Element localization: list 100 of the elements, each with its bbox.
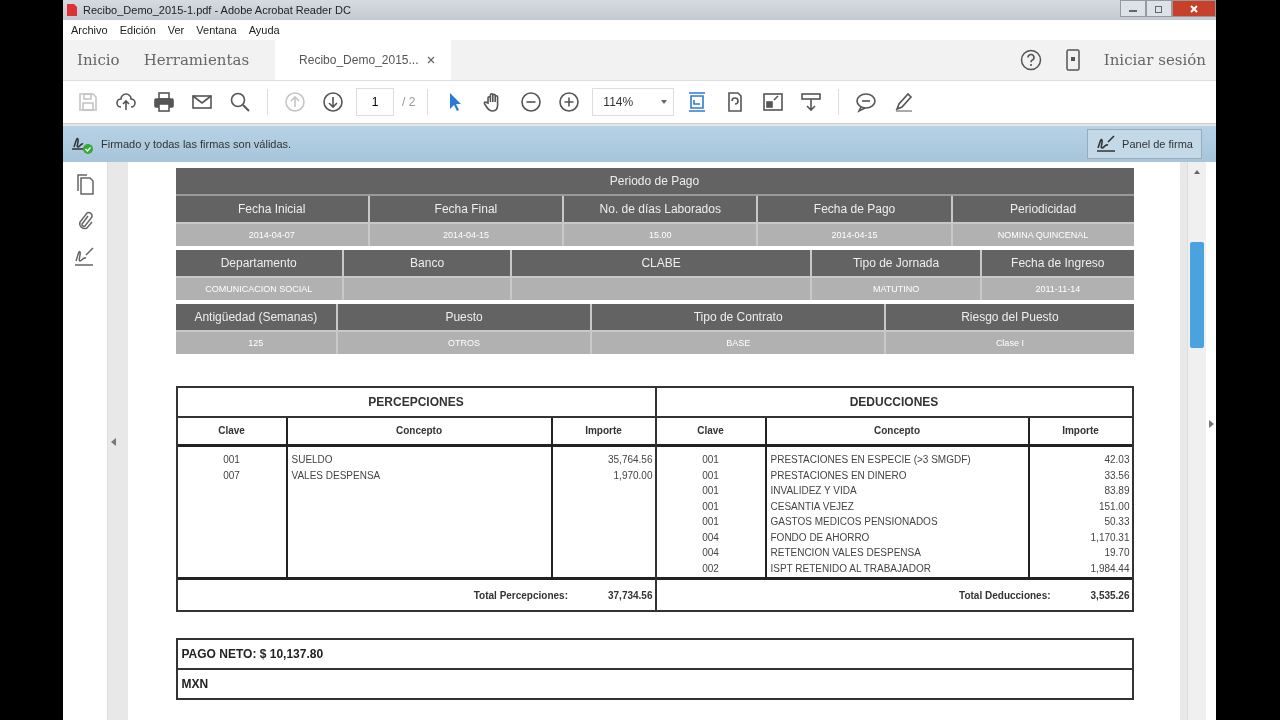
column-header: Antigüedad (Semanas) — [175, 304, 337, 330]
column-header: Concepto — [764, 418, 1028, 444]
column-header: Tipo de Contrato — [592, 304, 885, 330]
tab[interactable]: Recibo_Demo_2015... — [275, 40, 451, 80]
column-header: Importe — [1027, 418, 1132, 444]
column-header: Periodicidad — [952, 196, 1134, 222]
total-value: 37,734.56 — [608, 589, 653, 601]
table-cell-text: 42.03 — [1103, 453, 1130, 467]
tab[interactable]: Inicio — [63, 40, 132, 80]
menu-item[interactable]: Edición — [119, 24, 156, 36]
page-number-field[interactable]: 1 — [356, 88, 394, 116]
column-header: Clave — [217, 424, 246, 438]
column-header: Concepto — [285, 418, 551, 444]
table-cell: COMUNICACION SOCIAL — [175, 278, 342, 300]
currency: MXN — [177, 668, 1132, 698]
column-header: Importe — [550, 418, 655, 444]
zoom-dropdown[interactable]: 114% — [592, 88, 675, 116]
menu-item[interactable]: Ayuda — [248, 24, 280, 36]
table-cell-text: INVALIDEZ Y VIDA — [770, 484, 858, 498]
signature-icon[interactable] — [74, 246, 96, 268]
table-cell-text: PRESTACIONES EN ESPECIE (>3 SMGDF) — [770, 453, 972, 467]
pages-icon[interactable] — [75, 174, 95, 196]
section-title: DEDUCCIONES — [656, 388, 1132, 418]
table-cell-text: 1,984.44 — [1089, 561, 1130, 576]
close-icon[interactable] — [426, 56, 435, 64]
table-cell: 2014-04-15 — [369, 224, 563, 246]
table-cell: 2011-11-14 — [982, 278, 1134, 300]
table-cell-text: 001 — [701, 515, 720, 529]
table-cell-text: 001 — [701, 453, 720, 467]
column-header: Departamento — [175, 250, 342, 276]
expand-right-icon[interactable] — [1208, 420, 1214, 428]
column-header: Tipo de Jornada — [812, 250, 981, 276]
minimize-button[interactable] — [1120, 0, 1146, 17]
column-header: No. de días Laborados — [564, 196, 757, 222]
table-cell-text: 1,970.00 — [612, 468, 653, 483]
table-cell-text: 19.70 — [1103, 546, 1130, 560]
table-cell-text: 151.00 — [1097, 499, 1130, 514]
table-cell-text: 004 — [701, 530, 720, 545]
table-cell-text: 001 — [701, 468, 720, 483]
restore-button[interactable] — [1146, 0, 1172, 17]
table-cell-text: GASTOS MEDICOS PENSIONADOS — [770, 515, 939, 529]
scrollbar-thumb[interactable] — [1190, 242, 1204, 348]
table-cell: 2014-04-07 — [175, 224, 368, 246]
table-cell: NOMINA QUINCENAL — [952, 224, 1134, 246]
table-cell-text: SUELDO — [291, 453, 334, 467]
column-header: Fecha Inicial — [175, 196, 368, 222]
column-header: Fecha Final — [369, 196, 563, 222]
table-cell-text: 33.56 — [1103, 468, 1130, 483]
column-header: Clave — [696, 424, 725, 438]
table-title: Periodo de Pago — [175, 168, 1134, 196]
column-header: CLABE — [512, 250, 811, 276]
table-cell: OTROS — [338, 332, 591, 354]
tab[interactable]: Herramientas — [131, 40, 262, 80]
restore-icon[interactable] — [1154, 3, 1164, 14]
table-cell-text: FONDO DE AHORRO — [770, 530, 871, 545]
table-cell: 125 — [175, 332, 337, 354]
page-count: / 2 — [402, 95, 416, 109]
table-cell-text: 004 — [701, 546, 720, 560]
table-cell-text: 001 — [701, 499, 720, 514]
column-header: Riesgo del Puesto — [886, 304, 1134, 330]
table-cell-text: VALES DESPENSA — [291, 468, 382, 483]
table-cell-text: 001 — [222, 453, 241, 467]
total-label: Total Percepciones: — [473, 589, 568, 601]
table-cell-text: ISPT RETENIDO AL TRABAJADOR — [770, 561, 932, 576]
table-cell: Clase I — [886, 332, 1134, 354]
table-cell: MATUTINO — [812, 278, 981, 300]
sign-in-link[interactable]: Iniciar sesión — [1103, 51, 1206, 69]
caret-icon[interactable] — [661, 100, 668, 104]
table-cell: 15.00 — [564, 224, 757, 246]
table-cell: BASE — [592, 332, 885, 354]
signature-panel-button[interactable]: Panel de firma — [1087, 129, 1202, 159]
menu-item[interactable]: Ver — [167, 24, 185, 36]
table-cell: 2014-04-15 — [758, 224, 951, 246]
table-cell-text: CESANTIA VEJEZ — [770, 499, 855, 514]
menu-item[interactable]: Ventana — [196, 24, 237, 36]
table-cell-text: 001 — [701, 484, 720, 498]
column-header: Fecha de Ingreso — [982, 250, 1134, 276]
mobile-icon[interactable] — [1065, 49, 1080, 71]
paperclip-icon[interactable] — [76, 210, 94, 232]
close-button[interactable] — [1172, 0, 1216, 17]
pdf-icon — [67, 4, 77, 16]
total-value: 3,535.26 — [1090, 589, 1130, 601]
menu-item[interactable]: Archivo — [71, 24, 108, 36]
table-cell-text: 83.89 — [1103, 484, 1130, 498]
column-header: Puesto — [338, 304, 591, 330]
table-cell-text: 50.33 — [1103, 515, 1130, 529]
scroll-up-icon[interactable] — [1194, 170, 1200, 174]
table-cell-text: 1,170.31 — [1089, 530, 1130, 545]
table-cell-text: 007 — [222, 468, 241, 483]
table-cell-text: RETENCION VALES DESPENSA — [770, 546, 922, 560]
column-header: Banco — [343, 250, 511, 276]
table-cell-text: 002 — [701, 561, 720, 576]
help-icon[interactable] — [1019, 49, 1042, 71]
total-label: Total Deducciones: — [959, 589, 1051, 601]
collapse-left-icon[interactable] — [111, 438, 116, 446]
column-header: Fecha de Pago — [758, 196, 951, 222]
section-title: PERCEPCIONES — [177, 388, 655, 418]
table-cell-text: PRESTACIONES EN DINERO — [770, 468, 908, 483]
table-cell-text: 35,764.56 — [607, 453, 653, 467]
signature-status: Firmado y todas las firmas son válidas. — [101, 138, 292, 150]
